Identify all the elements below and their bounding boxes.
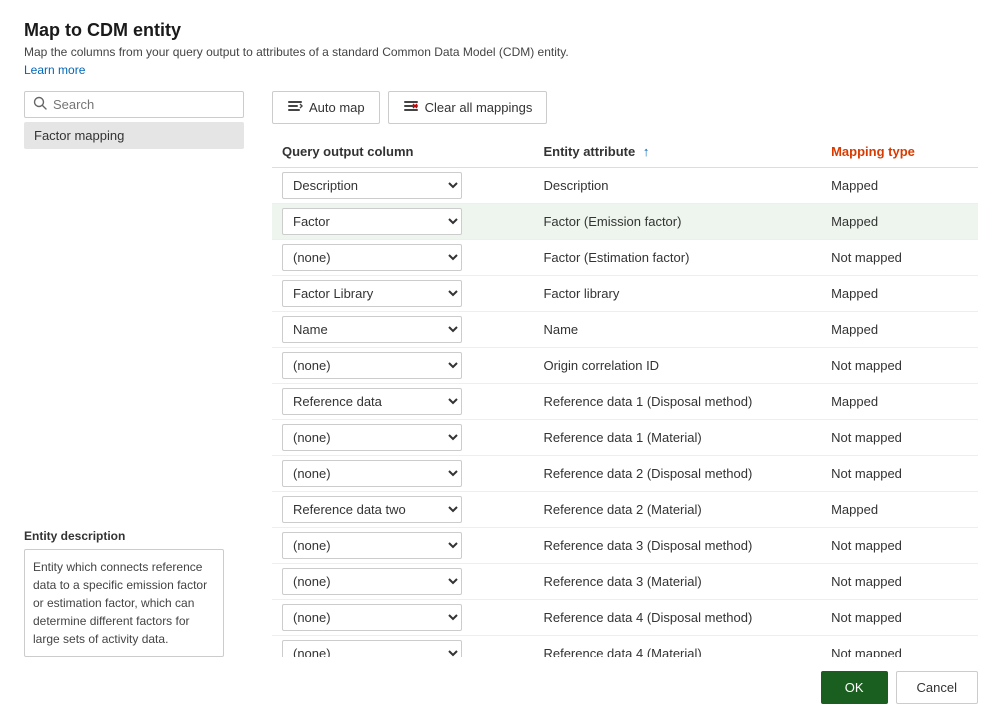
table-row: (none): [272, 240, 533, 276]
table-row: (none): [272, 456, 533, 492]
main-panel: Auto map Clear all mappings: [244, 91, 978, 657]
clear-mappings-icon: [403, 98, 419, 117]
table-row: (none): [272, 420, 533, 456]
entity-attr-cell: Reference data 3 (Material): [533, 564, 821, 600]
page-subtitle: Map the columns from your query output t…: [24, 45, 978, 59]
clear-mappings-button[interactable]: Clear all mappings: [388, 91, 548, 124]
table-row: Description: [272, 168, 533, 204]
table-row: Reference data two: [272, 492, 533, 528]
table-row: (none): [272, 528, 533, 564]
entity-attr-cell: Reference data 2 (Material): [533, 492, 821, 528]
query-col-select[interactable]: (none): [282, 244, 462, 271]
footer: OK Cancel: [24, 657, 978, 704]
search-input[interactable]: [53, 97, 235, 112]
mapping-table-container: Query output column Entity attribute ↑ M…: [272, 138, 978, 657]
table-row: Reference data: [272, 384, 533, 420]
mapping-type-cell: Not mapped: [821, 528, 978, 564]
mapping-type-cell: Not mapped: [821, 240, 978, 276]
table-row: (none): [272, 636, 533, 658]
toolbar: Auto map Clear all mappings: [272, 91, 978, 124]
entity-attr-cell: Reference data 2 (Disposal method): [533, 456, 821, 492]
entity-attr-cell: Description: [533, 168, 821, 204]
query-col-select[interactable]: (none): [282, 604, 462, 631]
entity-attr-cell: Reference data 3 (Disposal method): [533, 528, 821, 564]
entity-attr-cell: Reference data 4 (Disposal method): [533, 600, 821, 636]
mapping-type-cell: Not mapped: [821, 348, 978, 384]
table-row: (none): [272, 348, 533, 384]
entity-attr-cell: Factor (Emission factor): [533, 204, 821, 240]
query-col-select[interactable]: (none): [282, 424, 462, 451]
query-col-select[interactable]: Description: [282, 172, 462, 199]
page-title: Map to CDM entity: [24, 20, 978, 41]
auto-map-icon: [287, 98, 303, 117]
mapping-type-cell: Mapped: [821, 276, 978, 312]
entity-description-text: Entity which connects reference data to …: [24, 549, 224, 657]
learn-more-link[interactable]: Learn more: [24, 63, 978, 77]
ok-button[interactable]: OK: [821, 671, 888, 704]
mapping-type-cell: Not mapped: [821, 600, 978, 636]
search-box[interactable]: [24, 91, 244, 118]
clear-mappings-label: Clear all mappings: [425, 100, 533, 115]
mapping-type-cell: Not mapped: [821, 564, 978, 600]
entity-description-label: Entity description: [24, 529, 244, 543]
entity-attr-cell: Factor (Estimation factor): [533, 240, 821, 276]
table-row: Factor: [272, 204, 533, 240]
query-col-select[interactable]: Reference data: [282, 388, 462, 415]
mapping-type-cell: Mapped: [821, 168, 978, 204]
auto-map-label: Auto map: [309, 100, 365, 115]
entity-description-section: Entity description Entity which connects…: [24, 517, 244, 657]
entity-attr-cell: Name: [533, 312, 821, 348]
entity-attr-cell: Factor library: [533, 276, 821, 312]
query-col-select[interactable]: (none): [282, 352, 462, 379]
mapping-table: Query output column Entity attribute ↑ M…: [272, 138, 978, 657]
mapping-type-cell: Mapped: [821, 204, 978, 240]
sidebar-item-factor-mapping[interactable]: Factor mapping: [24, 122, 244, 149]
mapping-type-cell: Not mapped: [821, 420, 978, 456]
table-row: Name: [272, 312, 533, 348]
query-col-select[interactable]: Factor: [282, 208, 462, 235]
table-row: Factor Library: [272, 276, 533, 312]
sort-icon[interactable]: ↑: [643, 144, 650, 159]
query-col-select[interactable]: (none): [282, 532, 462, 559]
col-header-entity: Entity attribute ↑: [533, 138, 821, 168]
cancel-button[interactable]: Cancel: [896, 671, 978, 704]
mapping-type-cell: Mapped: [821, 384, 978, 420]
query-col-select[interactable]: Reference data two: [282, 496, 462, 523]
mapping-type-cell: Mapped: [821, 312, 978, 348]
col-header-query: Query output column: [272, 138, 533, 168]
mapping-type-cell: Not mapped: [821, 636, 978, 658]
entity-attr-cell: Reference data 1 (Disposal method): [533, 384, 821, 420]
entity-attr-cell: Reference data 1 (Material): [533, 420, 821, 456]
table-row: (none): [272, 564, 533, 600]
entity-attr-cell: Reference data 4 (Material): [533, 636, 821, 658]
mapping-type-cell: Not mapped: [821, 456, 978, 492]
query-col-select[interactable]: (none): [282, 568, 462, 595]
search-icon: [33, 96, 47, 113]
col-header-mapping: Mapping type: [821, 138, 978, 168]
entity-attr-cell: Origin correlation ID: [533, 348, 821, 384]
sidebar: Factor mapping Entity description Entity…: [24, 91, 244, 657]
table-row: (none): [272, 600, 533, 636]
query-col-select[interactable]: Factor Library: [282, 280, 462, 307]
auto-map-button[interactable]: Auto map: [272, 91, 380, 124]
mapping-type-cell: Mapped: [821, 492, 978, 528]
query-col-select[interactable]: Name: [282, 316, 462, 343]
query-col-select[interactable]: (none): [282, 460, 462, 487]
query-col-select[interactable]: (none): [282, 640, 462, 657]
